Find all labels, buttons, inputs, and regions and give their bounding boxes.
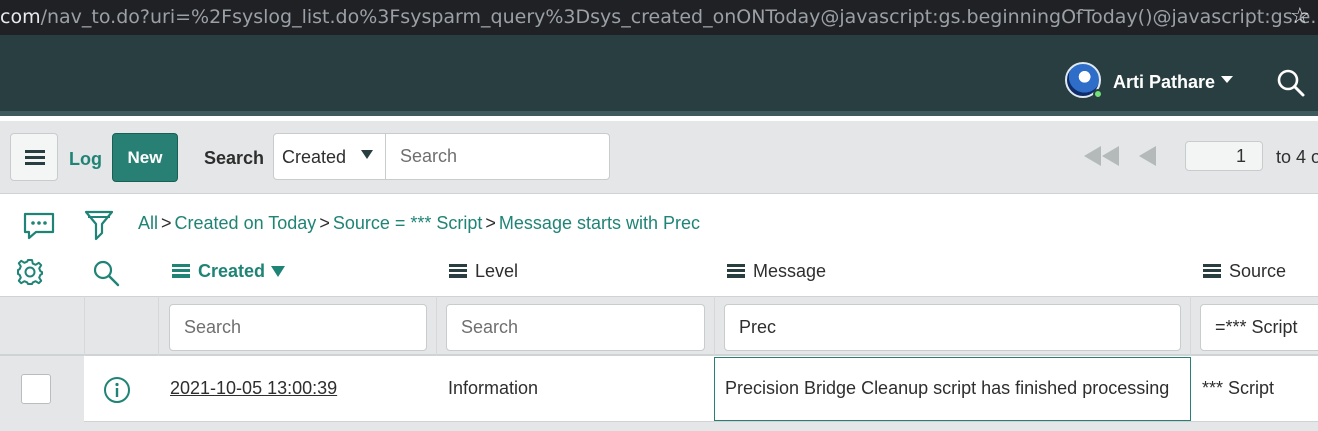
breadcrumb-item[interactable]: Source = *** Script [333, 213, 483, 233]
gear-icon[interactable] [16, 258, 44, 286]
column-header-level[interactable]: Level [449, 261, 518, 282]
created-link[interactable]: 2021-10-05 13:00:39 [170, 378, 337, 399]
previous-page-icon[interactable] [1138, 145, 1158, 167]
column-header-message[interactable]: Message [727, 261, 826, 282]
column-divider [84, 296, 85, 356]
search-field-value: Created [282, 147, 347, 167]
column-label: Source [1229, 261, 1287, 281]
column-menu-icon[interactable] [449, 264, 467, 278]
row-checkbox[interactable] [21, 374, 51, 404]
column-menu-icon[interactable] [727, 264, 745, 278]
column-label: Level [475, 261, 519, 281]
user-menu-name[interactable]: Arti Pathare [1113, 72, 1215, 93]
new-button[interactable]: New [112, 133, 178, 182]
search-input[interactable] [385, 133, 610, 180]
presence-indicator [1093, 89, 1103, 99]
search-label: Search [204, 148, 265, 168]
column-menu-icon[interactable] [172, 264, 190, 278]
global-search-icon[interactable] [1276, 68, 1306, 98]
column-menu-icon[interactable] [1203, 264, 1221, 278]
url-text[interactable]: com/nav_to.do?uri=%2Fsyslog_list.do%3Fsy… [0, 6, 1318, 28]
url-host: com [0, 6, 41, 28]
breadcrumb: All > Created on Today > Source = *** Script… [138, 213, 700, 233]
url-path: /nav_to.do?uri=%2Fsyslog_list.do%3Fsyspa… [40, 6, 1318, 28]
list-footer [0, 422, 1318, 431]
breadcrumb-all[interactable]: All [138, 213, 158, 233]
breadcrumb-item[interactable]: Created on Today [175, 213, 317, 233]
user-menu-caret-icon[interactable] [1221, 76, 1233, 83]
list-context-menu-button[interactable] [10, 133, 58, 181]
activity-stream-icon[interactable] [22, 211, 56, 241]
column-divider [1190, 296, 1191, 356]
message-search-input[interactable] [724, 304, 1181, 351]
bookmark-star-icon[interactable]: ☆ [1290, 4, 1310, 29]
column-divider [714, 296, 715, 356]
sort-descending-icon [271, 266, 286, 277]
first-page-icon[interactable] [1082, 145, 1122, 167]
info-icon[interactable] [103, 376, 131, 404]
page-number-input[interactable] [1185, 141, 1263, 171]
search-icon[interactable] [92, 259, 120, 287]
chevron-down-icon [361, 150, 373, 159]
level-search-input[interactable] [446, 304, 705, 351]
source-cell: *** Script [1202, 378, 1275, 398]
message-cell: Precision Bridge Cleanup script has fini… [725, 378, 1170, 398]
page-range-text: to 4 o [1276, 147, 1318, 167]
column-divider [436, 296, 437, 356]
column-divider [158, 296, 159, 356]
column-label: Message [753, 261, 827, 281]
source-search-input[interactable] [1200, 304, 1318, 351]
list-title[interactable]: Log [69, 149, 102, 170]
level-cell: Information [448, 378, 539, 398]
filter-icon[interactable] [84, 209, 114, 243]
created-search-input[interactable] [169, 304, 427, 351]
breadcrumb-item[interactable]: Message starts with Prec [499, 213, 700, 233]
column-header-source[interactable]: Source [1203, 261, 1286, 282]
column-header-created[interactable]: Created [172, 261, 286, 282]
column-label: Created [198, 261, 266, 281]
